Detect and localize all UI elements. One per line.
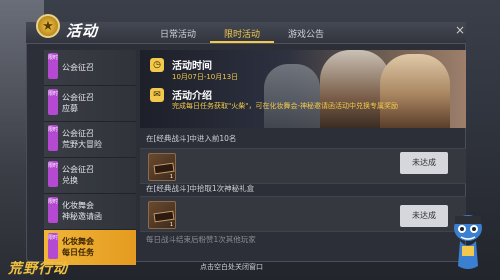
sidebar-item-masquerade-invite[interactable]: 限时 化妆舞会 神秘邀请函 bbox=[44, 194, 136, 230]
event-intro-text: 完成每日任务获取"火柴"，可在化妆舞会-神秘邀请函活动中兑换专属奖励 bbox=[172, 102, 398, 110]
task-title: 每日战斗结束后粉赞1次其他玩家 bbox=[146, 235, 256, 244]
game-logo: 荒野行动 bbox=[8, 261, 68, 277]
sidebar-item-label: 化妆舞会 每日任务 bbox=[62, 237, 94, 257]
event-intro-title: 活动介绍 bbox=[172, 91, 212, 102]
clock-icon: ◷ bbox=[150, 58, 164, 72]
sidebar-item-guild-summon-adventure[interactable]: 限时 公会征召 荒野大冒险 bbox=[44, 122, 136, 158]
limited-tag: 限时 bbox=[48, 197, 58, 223]
star-badge-icon: ★ bbox=[36, 14, 60, 38]
sidebar-item-guild-summon[interactable]: 限时 公会征召 bbox=[44, 50, 136, 86]
sidebar-item-guild-summon-exchange[interactable]: 限时 公会征召 兑换 bbox=[44, 158, 136, 194]
mascot-character-icon bbox=[454, 215, 482, 269]
event-time-value: 10月07日-10月13日 bbox=[172, 73, 239, 81]
sidebar-item-label: 化妆舞会 神秘邀请函 bbox=[62, 201, 102, 221]
limited-tag: 限时 bbox=[48, 125, 58, 151]
tab-game-announcement[interactable]: 游戏公告 bbox=[274, 27, 338, 43]
character-art bbox=[264, 64, 320, 128]
close-icon[interactable]: × bbox=[452, 22, 468, 38]
gift-icon: ✉ bbox=[150, 88, 164, 102]
matchbox-reward-icon: 1 bbox=[148, 153, 176, 181]
task-title: 在[经典战斗]中进入前10名 bbox=[146, 134, 237, 143]
sidebar-item-label: 公会征召 荒野大冒险 bbox=[62, 129, 102, 149]
page-title: 活动 bbox=[66, 22, 99, 40]
limited-tag: 限时 bbox=[48, 53, 58, 79]
sidebar: 限时 公会征召 限时 公会征召 应募 限时 公会征召 荒野大冒险 限时 公会征召… bbox=[44, 50, 136, 266]
tab-limited-activity[interactable]: 限时活动 bbox=[210, 27, 274, 43]
tab-daily-activity[interactable]: 日常活动 bbox=[146, 27, 210, 43]
sidebar-item-label: 公会征召 bbox=[62, 63, 94, 72]
sidebar-item-label: 公会征召 应募 bbox=[62, 93, 94, 113]
limited-tag: 限时 bbox=[48, 233, 58, 259]
tab-bar: 日常活动 限时活动 游戏公告 bbox=[146, 27, 338, 43]
task-status-button[interactable]: 未达成 bbox=[400, 205, 448, 227]
limited-tag: 限时 bbox=[48, 161, 58, 187]
event-time-title: 活动时间 bbox=[172, 61, 212, 72]
limited-tag: 限时 bbox=[48, 89, 58, 115]
matchbox-reward-icon: 1 bbox=[148, 201, 176, 229]
task-status-button[interactable]: 未达成 bbox=[400, 152, 448, 174]
sidebar-item-label: 公会征召 兑换 bbox=[62, 165, 94, 185]
reward-count: 1 bbox=[169, 222, 173, 228]
close-hint: 点击空白处关闭窗口 bbox=[200, 263, 263, 271]
sidebar-item-guild-summon-apply[interactable]: 限时 公会征召 应募 bbox=[44, 86, 136, 122]
character-art bbox=[380, 54, 450, 128]
